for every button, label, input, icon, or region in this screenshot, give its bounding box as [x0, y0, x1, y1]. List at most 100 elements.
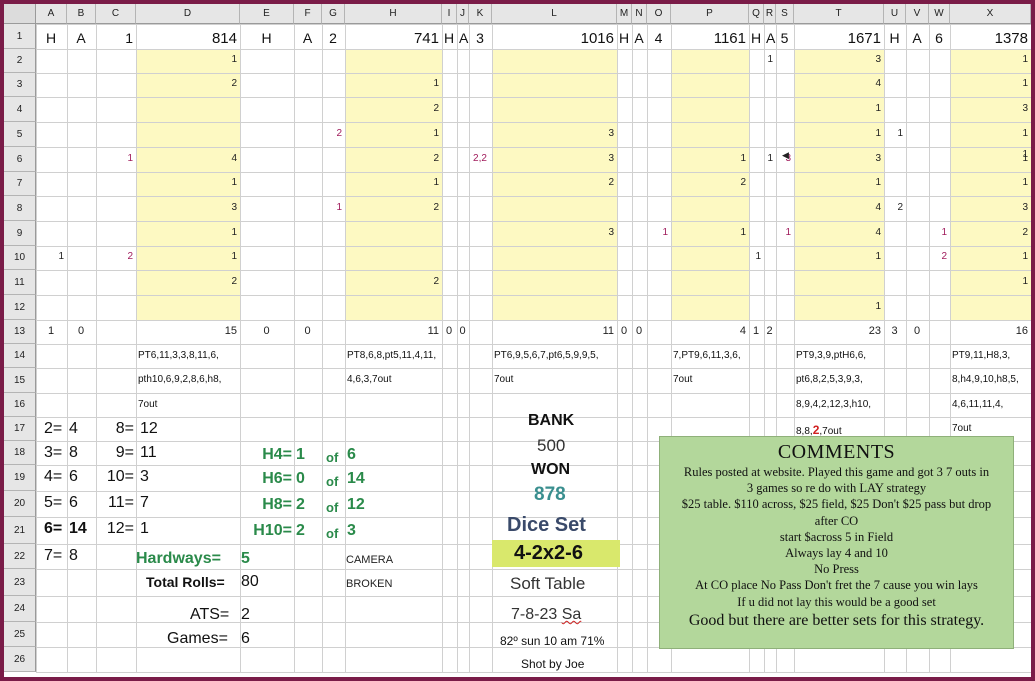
- cell[interactable]: 2: [347, 153, 439, 164]
- column-header[interactable]: K: [469, 4, 492, 24]
- cell[interactable]: 1: [886, 128, 903, 139]
- row-header[interactable]: 23: [4, 569, 36, 596]
- cell[interactable]: 0: [69, 326, 93, 337]
- cell[interactable]: 1016: [494, 31, 614, 46]
- cell[interactable]: 1: [98, 153, 133, 164]
- roll-note[interactable]: PT8,6,8,pt5,11,4,11,: [347, 351, 436, 361]
- cell[interactable]: 3: [138, 202, 237, 213]
- column-header[interactable]: B: [67, 4, 96, 24]
- cell[interactable]: A: [296, 31, 319, 45]
- cell[interactable]: 2: [347, 276, 439, 287]
- cell[interactable]: 0: [619, 326, 629, 337]
- cell[interactable]: 1: [347, 178, 439, 188]
- cell[interactable]: 0: [459, 326, 466, 337]
- cell[interactable]: 1: [673, 153, 746, 164]
- cell[interactable]: 0: [242, 326, 291, 337]
- column-header[interactable]: F: [294, 4, 322, 24]
- cell[interactable]: 1671: [796, 31, 881, 46]
- row-header[interactable]: 6: [4, 147, 36, 172]
- roll-note[interactable]: 7out: [673, 375, 692, 385]
- cell[interactable]: H: [619, 31, 629, 45]
- cell[interactable]: 2: [886, 202, 903, 213]
- column-header[interactable]: S: [776, 4, 794, 24]
- cell[interactable]: 1: [931, 227, 947, 238]
- cell[interactable]: 1: [649, 227, 668, 238]
- cell[interactable]: 3: [471, 31, 489, 45]
- cell[interactable]: 2: [138, 79, 237, 89]
- cell[interactable]: 1: [952, 79, 1028, 89]
- cell[interactable]: 741: [347, 31, 439, 46]
- roll-note[interactable]: 4,6,11,11,4,: [952, 400, 1003, 410]
- column-header[interactable]: J: [457, 4, 469, 24]
- cell[interactable]: 2: [324, 128, 342, 139]
- column-header[interactable]: R: [764, 4, 776, 24]
- roll-note[interactable]: 8,9,4,2,12,3,h10,: [796, 400, 871, 410]
- cell[interactable]: 1161: [673, 31, 746, 46]
- row-header[interactable]: 11: [4, 270, 36, 295]
- roll-note[interactable]: PT6,9,5,6,7,pt6,5,9,9,5,: [494, 351, 599, 361]
- row-header[interactable]: 2: [4, 49, 36, 73]
- cell[interactable]: H: [886, 31, 903, 45]
- cell[interactable]: 2: [494, 178, 614, 188]
- cell[interactable]: 1: [952, 150, 1028, 160]
- row-header[interactable]: 5: [4, 122, 36, 147]
- roll-note[interactable]: 7out: [952, 424, 971, 434]
- cell[interactable]: 4: [673, 326, 746, 337]
- row-header[interactable]: 4: [4, 97, 36, 122]
- row-header[interactable]: 19: [4, 465, 36, 491]
- cell[interactable]: 0: [444, 326, 454, 337]
- cell[interactable]: 0: [296, 326, 319, 337]
- row-header[interactable]: 25: [4, 622, 36, 647]
- cell[interactable]: A: [766, 31, 775, 45]
- column-header[interactable]: N: [632, 4, 647, 24]
- cell[interactable]: 814: [138, 31, 237, 46]
- cell[interactable]: 1: [138, 55, 237, 65]
- column-header[interactable]: G: [322, 4, 345, 24]
- cell[interactable]: 2: [931, 252, 947, 262]
- cell[interactable]: 2: [673, 178, 746, 188]
- cell[interactable]: 1378: [952, 31, 1028, 46]
- cell[interactable]: 11: [494, 326, 614, 337]
- cell[interactable]: 1: [138, 178, 237, 188]
- row-header[interactable]: 16: [4, 393, 36, 417]
- cell[interactable]: 3: [494, 128, 614, 139]
- row-header[interactable]: 20: [4, 491, 36, 517]
- cell[interactable]: 15: [138, 326, 237, 337]
- cell[interactable]: 2: [138, 276, 237, 287]
- column-header[interactable]: T: [794, 4, 884, 24]
- column-header[interactable]: O: [647, 4, 671, 24]
- row-header[interactable]: 3: [4, 73, 36, 97]
- cell[interactable]: H: [38, 31, 64, 45]
- column-header[interactable]: X: [950, 4, 1031, 24]
- row-header[interactable]: 12: [4, 295, 36, 320]
- row-header[interactable]: 10: [4, 246, 36, 270]
- cell[interactable]: 1: [38, 326, 64, 337]
- cell[interactable]: 4: [138, 153, 237, 164]
- cell[interactable]: 2: [347, 202, 439, 213]
- cell[interactable]: 1: [347, 128, 439, 139]
- cell[interactable]: 16: [952, 326, 1028, 337]
- select-all-corner[interactable]: [4, 4, 36, 24]
- row-header[interactable]: 8: [4, 196, 36, 221]
- cell[interactable]: 0: [634, 326, 644, 337]
- cell[interactable]: 0: [908, 326, 926, 337]
- cell[interactable]: 3: [886, 326, 903, 337]
- cell[interactable]: 1: [796, 178, 881, 188]
- column-header[interactable]: I: [442, 4, 457, 24]
- cell[interactable]: 1: [952, 128, 1028, 139]
- cell[interactable]: 11: [347, 326, 439, 337]
- column-header[interactable]: Q: [749, 4, 764, 24]
- roll-note[interactable]: 7out: [494, 375, 513, 385]
- cell[interactable]: 1: [138, 227, 237, 238]
- cell[interactable]: 23: [796, 326, 881, 337]
- cell[interactable]: 3: [796, 153, 881, 164]
- column-header[interactable]: V: [906, 4, 929, 24]
- cell[interactable]: 1: [796, 103, 881, 114]
- cell[interactable]: 1: [796, 301, 881, 312]
- row-header[interactable]: 14: [4, 344, 36, 368]
- row-header[interactable]: 24: [4, 596, 36, 622]
- cell[interactable]: 1: [766, 55, 773, 65]
- cell[interactable]: 1: [952, 55, 1028, 65]
- cell[interactable]: 4: [796, 227, 881, 238]
- cell[interactable]: 1: [138, 252, 237, 262]
